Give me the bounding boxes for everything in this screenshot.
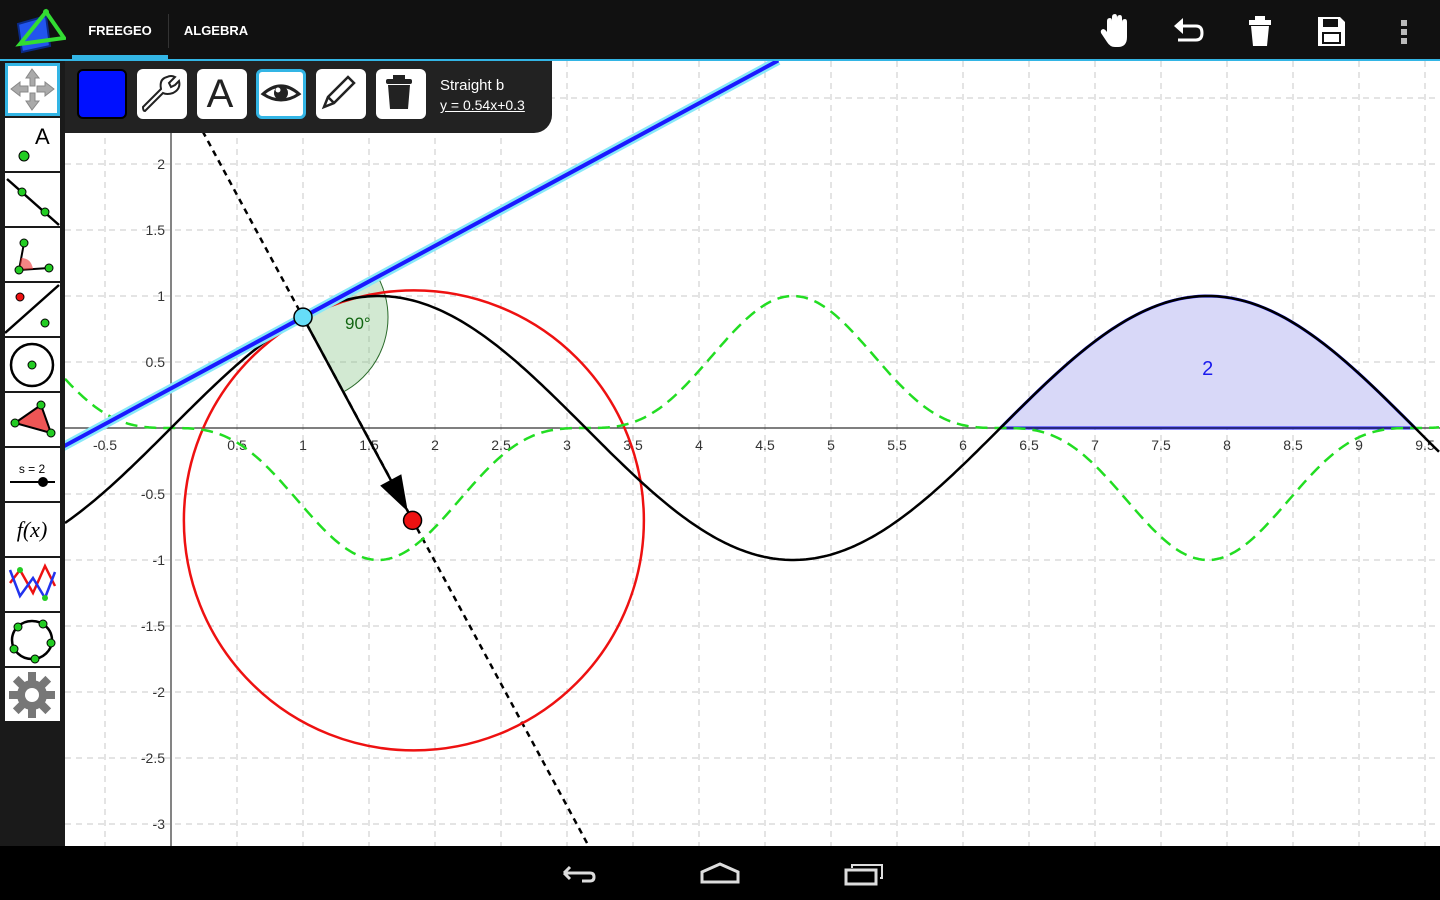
back-icon[interactable]: [552, 858, 600, 888]
y-tick-label: -0.5: [141, 486, 165, 502]
app-logo-icon[interactable]: [12, 6, 66, 56]
x-tick-label: 5.5: [887, 437, 907, 453]
graph-canvas[interactable]: -0.5 0.5 1 1.5 2 2.5 3 3.5 4 4.5 5 5.5 6 6.5 7 7.5 8 8.5 9…: [65, 61, 1440, 846]
tab-algebra[interactable]: ALGEBRA: [169, 0, 263, 59]
object-name: Straight b: [440, 77, 505, 94]
x-tick-label: -0.5: [93, 437, 117, 453]
x-tick-label: 5: [827, 437, 835, 453]
point-center[interactable]: [402, 510, 423, 531]
text-style-icon[interactable]: A: [197, 69, 247, 119]
x-tick-label: 6.5: [1019, 437, 1039, 453]
x-tick-label: 8: [1223, 437, 1231, 453]
wrench-icon[interactable]: [137, 69, 187, 119]
tab-freegeo[interactable]: FREEGEO: [72, 0, 168, 59]
y-tick-label: 1.5: [146, 222, 166, 238]
settings-tool[interactable]: [5, 668, 60, 721]
object-equation[interactable]: y = 0.54x+0.3: [440, 97, 525, 113]
graph-svg[interactable]: -0.5 0.5 1 1.5 2 2.5 3 3.5 4 4.5 5 5.5 6 6.5 7 7.5 8 8.5 9…: [65, 61, 1440, 846]
x-tick-label: 7.5: [1151, 437, 1171, 453]
y-tick-label: -3: [153, 816, 166, 832]
recent-apps-icon[interactable]: [840, 858, 888, 888]
slider-tool[interactable]: s = 2: [5, 448, 60, 501]
circle-tool[interactable]: [5, 338, 60, 391]
x-tick-label: 7: [1091, 437, 1099, 453]
x-tick-label: 6: [959, 437, 967, 453]
y-tick-label: 0.5: [146, 354, 166, 370]
point-icon: A: [18, 124, 50, 162]
y-tick-label: -1: [153, 552, 166, 568]
svg-text:A: A: [207, 72, 234, 115]
transform-icon: [8, 563, 57, 601]
function-tool[interactable]: f(x): [5, 503, 60, 556]
polygon-icon: [10, 400, 56, 438]
angle-tool[interactable]: [5, 228, 60, 281]
point-tangency[interactable]: [293, 307, 313, 327]
y-tick-label: -2.5: [141, 750, 165, 766]
axes: -0.5 0.5 1 1.5 2 2.5 3 3.5 4 4.5 5 5.5 6 6.5 7 7.5 8 8.5 9…: [65, 61, 1440, 846]
area-value-label: 2: [1202, 358, 1213, 380]
y-tick-label: -1.5: [141, 618, 165, 634]
system-nav-bar: [0, 846, 1440, 900]
line-tool[interactable]: [5, 173, 60, 226]
home-icon[interactable]: [696, 858, 744, 888]
vector-arrowhead: [380, 474, 408, 512]
x-tick-label: 8.5: [1283, 437, 1303, 453]
point-tool-letter: A: [35, 124, 50, 149]
perpendicular-tool[interactable]: [4, 283, 60, 336]
hand-icon[interactable]: [1098, 12, 1134, 50]
angle-label: 90°: [345, 314, 371, 333]
overflow-menu-icon[interactable]: [1386, 12, 1422, 50]
visibility-eye-icon[interactable]: [256, 69, 306, 119]
x-tick-label: 2: [431, 437, 439, 453]
slider-icon: s = 2: [10, 462, 55, 487]
conic-tool[interactable]: [5, 613, 60, 666]
angle-icon: [14, 238, 54, 275]
function-tool-label: f(x): [17, 517, 48, 542]
x-tick-label: 2.5: [491, 437, 511, 453]
color-swatch[interactable]: [77, 69, 127, 119]
object-properties-panel: A Straight b y = 0.54x+0.3: [65, 61, 552, 133]
gear-icon: [9, 672, 55, 718]
undo-icon[interactable]: [1170, 12, 1206, 50]
action-bar: FREEGEO ALGEBRA: [0, 0, 1440, 61]
polygon-tool[interactable]: [5, 393, 60, 446]
tool-sidebar: A s = 2 f(x): [0, 61, 65, 846]
trash-icon[interactable]: [1242, 12, 1278, 50]
delete-icon[interactable]: [376, 69, 426, 119]
x-tick-label: 4.5: [755, 437, 775, 453]
y-tick-label: 2: [157, 156, 165, 172]
grid: [65, 61, 1440, 846]
slider-tool-label: s = 2: [19, 462, 46, 476]
conic-icon: [9, 619, 56, 664]
save-icon[interactable]: [1313, 12, 1349, 50]
y-tick-label: 1: [157, 288, 165, 304]
move-arrows-icon: [10, 68, 55, 111]
circle-icon: [9, 342, 55, 388]
pencil-icon[interactable]: [316, 69, 366, 119]
x-tick-label: 3: [563, 437, 571, 453]
perpendicular-icon: [4, 284, 60, 334]
function-icon: f(x): [17, 517, 48, 542]
transform-tool[interactable]: [5, 558, 60, 611]
y-tick-label: -2: [153, 684, 166, 700]
x-tick-label: 4: [695, 437, 703, 453]
move-tool[interactable]: [5, 63, 60, 116]
x-tick-label: 1: [299, 437, 307, 453]
point-tool[interactable]: A: [5, 118, 60, 171]
line-icon: [6, 178, 60, 226]
